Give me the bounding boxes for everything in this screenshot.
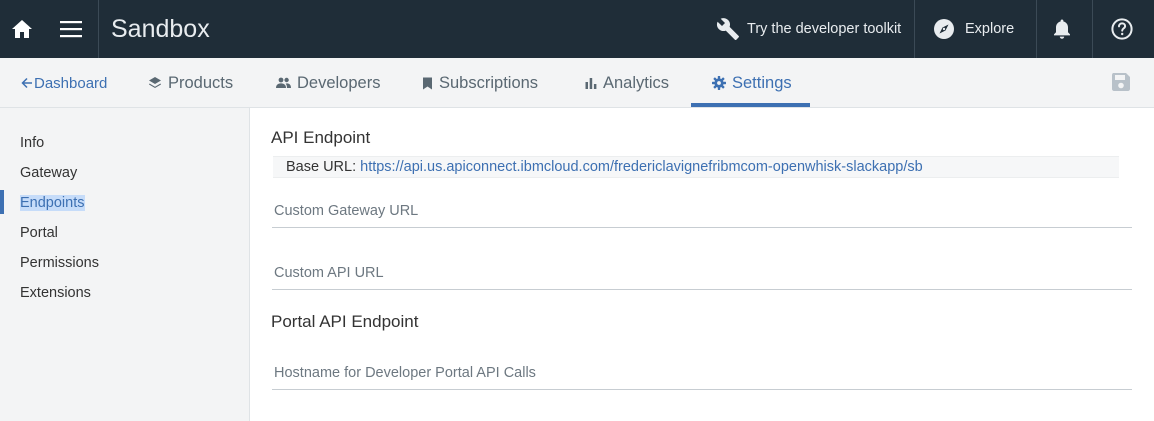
- notifications-button[interactable]: [1038, 0, 1086, 58]
- arrow-left-icon: [21, 77, 33, 89]
- save-icon: [1111, 72, 1133, 92]
- custom-api-url-input[interactable]: [272, 256, 1132, 289]
- sidebar-item-gateway[interactable]: Gateway: [0, 161, 249, 185]
- active-tab-indicator: [691, 103, 810, 107]
- tab-label: Developers: [297, 73, 381, 92]
- secondary-nav: Dashboard Products Developers Subscripti…: [0, 58, 1154, 108]
- custom-gateway-url-field: [272, 194, 1132, 228]
- tab-settings[interactable]: Settings: [691, 58, 810, 108]
- developer-toolkit-label: Try the developer toolkit: [747, 21, 902, 37]
- tab-developers[interactable]: Developers: [276, 58, 380, 108]
- portal-api-endpoint-heading: Portal API Endpoint: [271, 312, 419, 331]
- bookmark-icon: [422, 77, 433, 90]
- back-label: Dashboard: [34, 74, 108, 92]
- sidebar-item-label: Endpoints: [20, 195, 85, 211]
- sidebar-item-label: Portal: [20, 225, 58, 241]
- menu-button[interactable]: [44, 0, 98, 58]
- tab-label: Products: [168, 73, 234, 92]
- page-title: Sandbox: [111, 15, 210, 43]
- sidebar-item-label: Permissions: [20, 255, 99, 271]
- tab-products[interactable]: Products: [148, 58, 233, 108]
- settings-sidebar: Info Gateway Endpoints Portal Permission…: [0, 108, 250, 421]
- divider: [1036, 0, 1037, 58]
- tab-subscriptions[interactable]: Subscriptions: [422, 58, 538, 108]
- sidebar-item-endpoints[interactable]: Endpoints: [0, 191, 249, 215]
- layers-icon: [148, 76, 162, 90]
- tab-label: Analytics: [603, 73, 670, 92]
- people-icon: [276, 77, 291, 89]
- endpoints-panel: API Endpoint Base URL: https://api.us.api…: [251, 108, 1154, 421]
- help-icon: [1111, 18, 1133, 40]
- save-button[interactable]: [1111, 72, 1133, 94]
- sidebar-item-label: Info: [20, 135, 45, 151]
- compass-icon: [933, 18, 955, 40]
- wrench-icon: [716, 17, 740, 41]
- tab-label: Settings: [732, 73, 792, 92]
- base-url-label: Base URL:: [286, 159, 357, 175]
- bar-chart-icon: [585, 77, 597, 89]
- portal-hostname-input[interactable]: [272, 356, 1132, 389]
- sidebar-item-permissions[interactable]: Permissions: [0, 251, 249, 275]
- sidebar-item-label: Gateway: [20, 165, 78, 181]
- home-icon: [11, 19, 33, 39]
- home-button[interactable]: [0, 0, 44, 58]
- explore-label: Explore: [965, 21, 1015, 37]
- divider: [1092, 0, 1093, 58]
- gear-icon: [712, 76, 726, 90]
- bell-icon: [1053, 19, 1071, 39]
- explore-button[interactable]: Explore: [916, 0, 1026, 58]
- sidebar-item-label: Extensions: [20, 285, 91, 301]
- developer-toolkit-button[interactable]: Try the developer toolkit: [716, 0, 914, 58]
- divider: [914, 0, 915, 58]
- sidebar-item-portal[interactable]: Portal: [0, 221, 249, 245]
- divider: [98, 0, 99, 58]
- base-url-row: Base URL: https://api.us.apiconnect.ibmcl…: [273, 156, 1119, 178]
- help-button[interactable]: [1098, 0, 1146, 58]
- portal-hostname-field: [272, 356, 1132, 390]
- sidebar-item-info[interactable]: Info: [0, 131, 249, 155]
- sidebar-item-extensions[interactable]: Extensions: [0, 281, 249, 305]
- tab-label: Subscriptions: [439, 73, 539, 92]
- tab-analytics[interactable]: Analytics: [585, 58, 669, 108]
- custom-api-url-field: [272, 256, 1132, 290]
- custom-gateway-url-input[interactable]: [272, 194, 1132, 227]
- api-endpoint-heading: API Endpoint: [271, 128, 371, 147]
- top-bar: Sandbox Try the developer toolkit Explor…: [0, 0, 1154, 58]
- hamburger-icon: [60, 20, 82, 38]
- back-to-dashboard-link[interactable]: Dashboard: [21, 58, 107, 108]
- base-url-link[interactable]: https://api.us.apiconnect.ibmcloud.com/f…: [360, 159, 923, 175]
